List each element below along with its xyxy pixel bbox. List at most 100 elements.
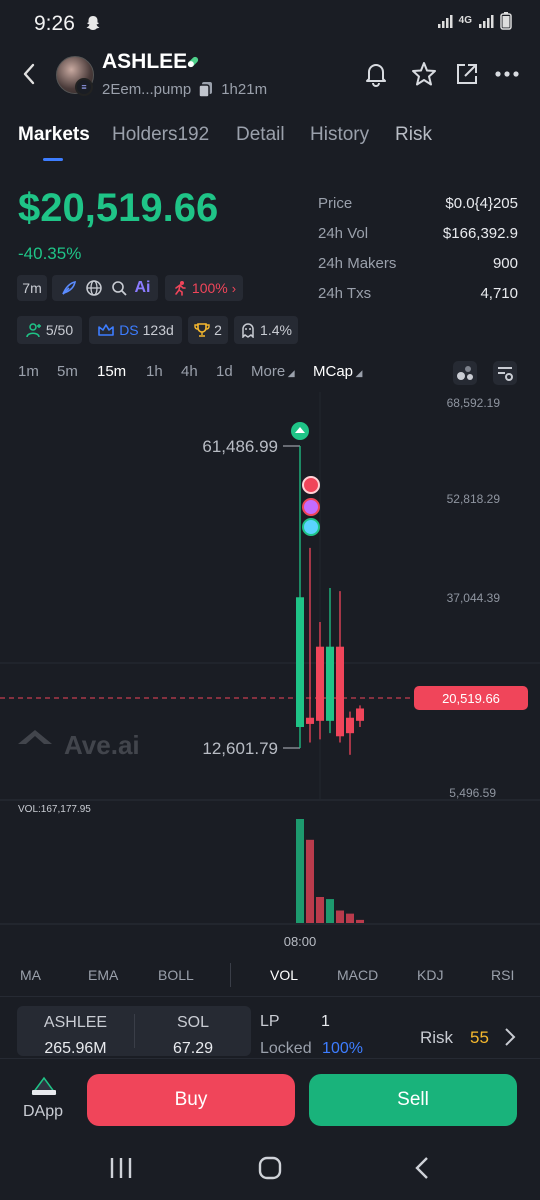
y-tick-4: 5,496.59: [449, 786, 496, 800]
indicator-divider: [230, 963, 231, 987]
volume-bar: [346, 913, 354, 923]
tf-mcap[interactable]: MCap ◢: [313, 363, 362, 380]
lp-value: 1: [321, 1013, 330, 1030]
y-tick-2: 52,818.29: [447, 492, 501, 506]
star-icon[interactable]: [410, 60, 438, 93]
tf-15m[interactable]: 15m: [97, 363, 126, 380]
buy-button[interactable]: Buy: [87, 1074, 295, 1126]
status-indicators: 4G: [437, 12, 512, 30]
caret-icon: ◢: [285, 368, 295, 378]
holders-ratio: 5/50: [45, 322, 74, 338]
home-icon[interactable]: [257, 1156, 283, 1185]
signal-icon: [437, 15, 453, 28]
trophy-chip[interactable]: 2: [188, 316, 228, 344]
pair-left-value: 265.96M: [44, 1040, 107, 1056]
risk-chevron-icon[interactable]: [502, 1026, 518, 1053]
holders-chip[interactable]: 5/50: [17, 316, 82, 344]
crown-icon: [98, 324, 114, 336]
stat-value-price: $0.0{4}205: [445, 195, 518, 212]
lp-locked-label: Locked: [260, 1040, 312, 1056]
age-chip[interactable]: 7m: [17, 275, 47, 301]
tf-5m[interactable]: 5m: [57, 363, 78, 380]
indicator-vol[interactable]: VOL: [270, 967, 298, 983]
copy-icon[interactable]: [197, 80, 215, 98]
sell-button[interactable]: Sell: [309, 1074, 517, 1126]
tab-history[interactable]: History: [310, 124, 369, 146]
y-tick-1: 68,592.19: [447, 396, 501, 410]
dapp-label[interactable]: DApp: [23, 1103, 63, 1121]
lp-locked-row[interactable]: Locked 100%: [260, 1040, 400, 1056]
caret-icon: ◢: [353, 368, 363, 378]
trader-marker-icon-1[interactable]: [302, 476, 320, 494]
candle-body: [346, 717, 354, 734]
high-label: 61,486.99: [202, 437, 278, 456]
pair-left-label: ASHLEE: [43, 1014, 108, 1031]
chart-settings-icon[interactable]: [492, 360, 518, 391]
dapp-icon[interactable]: [30, 1075, 58, 1102]
volume-bars-group: [296, 819, 364, 923]
more-icon[interactable]: [494, 64, 520, 89]
nav-back-icon[interactable]: [410, 1156, 436, 1185]
tf-more[interactable]: More ◢: [251, 363, 295, 380]
network-type: 4G: [458, 15, 472, 26]
low-label: 12,601.79: [202, 739, 278, 758]
market-cap-value: $20,519.66: [18, 186, 219, 230]
tf-1d[interactable]: 1d: [216, 363, 233, 380]
tf-4h[interactable]: 4h: [181, 363, 198, 380]
volume-label: VOL:167,177.95: [18, 804, 91, 815]
stat-value-vol: $166,392.9: [442, 225, 518, 242]
dev-pct: 1.4%: [260, 322, 292, 338]
active-tab-indicator: [43, 158, 63, 161]
signal-icon-2: [479, 15, 494, 28]
risk-label: Risk: [420, 1028, 454, 1047]
token-subtitle: 2Eem...pump 1h21m: [102, 80, 267, 98]
indicator-boll[interactable]: BOLL: [158, 967, 194, 983]
y-tick-3: 37,044.39: [447, 591, 501, 605]
dev-chip[interactable]: 1.4%: [234, 316, 298, 344]
indicator-macd[interactable]: MACD: [337, 967, 378, 983]
indicator-ema[interactable]: EMA: [88, 967, 118, 983]
ds-chip[interactable]: DS 123d: [89, 316, 182, 344]
tf-1h[interactable]: 1h: [146, 363, 163, 380]
chart-style-icon[interactable]: [452, 360, 478, 391]
trophy-icon: [194, 323, 210, 337]
bell-icon[interactable]: [362, 60, 390, 93]
tf-more-label: More: [251, 363, 286, 380]
x-tick-0800: 08:00: [284, 934, 317, 949]
tab-holders[interactable]: Holders192: [112, 124, 209, 146]
tf-1m[interactable]: 1m: [18, 363, 39, 380]
tab-risk[interactable]: Risk: [395, 124, 432, 146]
price-chart[interactable]: Ave.ai 68,592.19 52,818.29 37,044.39 5,4…: [0, 392, 540, 957]
share-icon[interactable]: [453, 60, 481, 93]
stat-label-txs: 24h Txs: [318, 285, 372, 302]
candle-body: [326, 646, 334, 721]
tab-detail[interactable]: Detail: [236, 124, 285, 146]
ai-label: Ai: [134, 279, 151, 296]
stat-label-makers: 24h Makers: [318, 255, 397, 272]
trader-marker-icon-2[interactable]: [302, 498, 320, 516]
indicator-ma[interactable]: MA: [20, 967, 41, 983]
watermark-text: Ave.ai: [64, 730, 140, 760]
indicator-kdj[interactable]: KDJ: [417, 967, 443, 983]
chevron-right-icon: ›: [231, 280, 237, 296]
volume-bar: [296, 819, 304, 923]
back-icon[interactable]: [18, 60, 42, 88]
sniper-chip[interactable]: 100% ›: [165, 275, 243, 301]
tab-markets[interactable]: Markets: [18, 124, 90, 146]
pair-right-value: 67.29: [172, 1040, 214, 1056]
recents-icon[interactable]: [108, 1156, 134, 1185]
pair-card[interactable]: ASHLEE 265.96M SOL 67.29: [17, 1006, 251, 1056]
risk-score: 55: [470, 1028, 489, 1047]
status-time: 9:26: [34, 12, 75, 35]
token-address: 2Eem...pump: [102, 80, 192, 98]
social-chip[interactable]: Ai: [52, 275, 158, 301]
trader-marker-icon-3[interactable]: [302, 518, 320, 536]
stat-value-makers: 900: [492, 255, 518, 272]
candle-body: [296, 597, 304, 728]
lp-label: LP: [260, 1013, 280, 1030]
chart-grid: [0, 392, 540, 925]
indicator-rsi[interactable]: RSI: [491, 967, 514, 983]
ds-label: DS: [119, 322, 139, 338]
search-icon: [111, 281, 127, 296]
volume-bar: [356, 919, 364, 923]
